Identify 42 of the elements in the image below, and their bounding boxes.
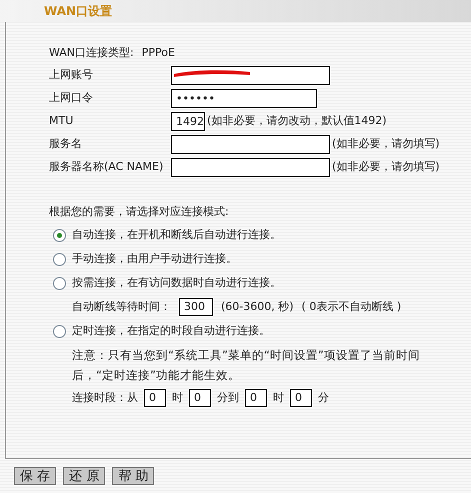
form-button[interactable]: 保 存 xyxy=(14,467,56,485)
input-field[interactable]: 0 xyxy=(290,389,312,407)
radio-label: 按需连接，在有访问数据时自动进行连接。 xyxy=(72,274,281,291)
unit-label: 时 xyxy=(273,390,284,406)
mode-prompt: 根据您的需要，请选择对应连接模式: xyxy=(49,204,229,220)
radio-label: 手动连接，由用户手动进行连接。 xyxy=(72,250,237,267)
radio-button[interactable] xyxy=(53,276,66,290)
input-field[interactable]: 0 xyxy=(144,389,166,407)
input-field[interactable] xyxy=(171,158,330,177)
radio-button[interactable] xyxy=(53,228,66,242)
page-title: WAN口设置 xyxy=(44,3,112,20)
input-field[interactable]: 300 xyxy=(179,298,213,316)
period-label: 连接时段：从 xyxy=(72,390,138,406)
radio-button[interactable] xyxy=(53,252,66,266)
input-field[interactable]: 0 xyxy=(245,389,267,407)
radio-label: 定时连接，在指定的时段自动进行连接。 xyxy=(72,322,270,339)
field-label: 上网口令 xyxy=(49,90,94,106)
idle-time-label: 自动断线等待时间： xyxy=(72,298,171,315)
input-field[interactable]: •••••• xyxy=(171,89,317,108)
form-button[interactable]: 还 原 xyxy=(63,467,106,485)
hint-text: (如非必要，请勿改动，默认值1492) xyxy=(207,113,387,130)
form-button[interactable]: 帮 助 xyxy=(112,467,154,485)
input-field[interactable]: 1492 xyxy=(171,112,205,131)
input-field[interactable] xyxy=(171,66,330,85)
note-text: ( 0表示不自动断线 ) xyxy=(302,298,402,315)
field-label: 服务名 xyxy=(49,136,83,152)
note-text: 注意：只有当您到“系统工具”菜单的“时间设置”项设置了当前时间后，“定时连接”功能才能生效。 xyxy=(71,347,421,384)
hint-text: (如非必要，请勿填写) xyxy=(332,136,440,152)
radio-button[interactable] xyxy=(53,324,66,338)
hint-text: (如非必要，请勿填写) xyxy=(332,159,440,176)
unit-label: 分 xyxy=(318,390,329,406)
field-label: 上网账号 xyxy=(49,67,94,84)
unit-label: 时 xyxy=(172,390,183,406)
input-field[interactable] xyxy=(171,135,330,154)
input-field[interactable]: 0 xyxy=(189,389,211,407)
field-label: MTU xyxy=(49,113,74,130)
radio-label: 自动连接，在开机和断线后自动进行连接。 xyxy=(72,226,281,243)
field-label: 服务器名称(AC NAME) xyxy=(49,159,164,176)
connection-type-value: PPPoE xyxy=(142,44,175,61)
range-text: (60-3600, 秒) xyxy=(221,298,294,315)
unit-label: 分到 xyxy=(217,390,239,406)
connection-type-label: WAN口连接类型: xyxy=(49,44,134,61)
